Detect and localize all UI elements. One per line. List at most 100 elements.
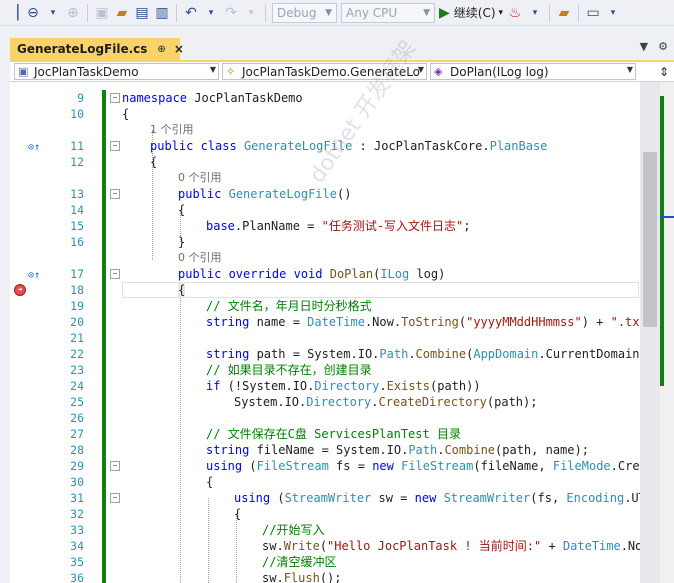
collapse-icon[interactable]: −: [110, 141, 120, 151]
line-number: 12: [70, 155, 84, 169]
code-line-34: 34 sw.Write("Hello JocPlanTask ! 当前时间:" +…: [10, 538, 640, 554]
change-marker: [102, 474, 106, 490]
new-project-icon[interactable]: ▣: [93, 2, 111, 24]
breakpoint-icon[interactable]: ➜: [14, 284, 26, 296]
code-line-20: 20 string name = DateTime.Now.ToString("y…: [10, 314, 640, 330]
close-icon[interactable]: ×: [174, 42, 184, 56]
chevron-down-icon: ▾: [498, 7, 504, 18]
method-dropdown[interactable]: ◈ DoPlan(ILog log) ▼: [430, 63, 636, 80]
hot-reload-icon[interactable]: ♨: [506, 2, 524, 24]
save-all-icon[interactable]: ▥: [153, 2, 171, 24]
class-dropdown[interactable]: ✧ JocPlanTaskDemo.GenerateLo ▼: [222, 63, 427, 80]
redo-icon[interactable]: ↷: [222, 2, 240, 24]
chevron-down-icon: ▼: [626, 65, 633, 74]
collapse-icon[interactable]: −: [110, 93, 120, 103]
platform-combo[interactable]: Any CPU ▼: [341, 2, 435, 23]
code-text: //清空缓冲区: [262, 555, 337, 569]
code-line-24: 24 if (!System.IO.Directory.Exists(path)): [10, 378, 640, 394]
code-line-18: ➜ 18 {: [10, 282, 640, 298]
line-number: 35: [70, 555, 84, 569]
collapse-icon[interactable]: −: [110, 493, 120, 503]
code-text: base.PlanName = "任务测试-写入文件日志";: [206, 219, 471, 233]
collapse-icon[interactable]: −: [110, 189, 120, 199]
code-line-25: 25 System.IO.Directory.CreateDirectory(pa…: [10, 394, 640, 410]
method-icon: ◈: [434, 64, 443, 78]
back-icon[interactable]: ⊖: [24, 2, 42, 24]
code-text: namespace JocPlanTaskDemo: [122, 91, 303, 105]
change-marker: [102, 170, 106, 186]
hot-reload-dropdown-icon[interactable]: ▾: [526, 2, 544, 24]
code-text: //开始写入: [262, 523, 325, 537]
vertical-scrollbar[interactable]: [640, 82, 660, 583]
line-number: 19: [70, 299, 84, 313]
forward-icon[interactable]: ⊕: [64, 2, 82, 24]
tab-list-dropdown-icon[interactable]: ▼: [640, 40, 648, 53]
change-marker: [102, 570, 106, 583]
change-marker: [102, 346, 106, 362]
code-text: using (StreamWriter sw = new StreamWrite…: [234, 491, 640, 505]
codelens-references[interactable]: 1 个引用: [150, 122, 194, 138]
code-line-26: 26: [10, 410, 640, 426]
change-marker: [102, 490, 106, 506]
codelens-line: 1 个引用: [10, 122, 640, 138]
pin-icon[interactable]: ⊕: [157, 44, 165, 55]
layout-dropdown-icon[interactable]: ▾: [604, 2, 622, 24]
code-line-9: 9 − namespace JocPlanTaskDemo: [10, 90, 640, 106]
scrollbar-thumb[interactable]: [643, 152, 657, 327]
continue-label: 继续(C): [453, 6, 496, 20]
line-number: 34: [70, 539, 84, 553]
code-text: string fileName = System.IO.Path.Combine…: [206, 443, 589, 457]
redo-dropdown-icon[interactable]: ▾: [242, 2, 260, 24]
project-dropdown[interactable]: ▣ JocPlanTaskDemo ▼: [14, 63, 219, 80]
collapse-icon[interactable]: −: [110, 269, 120, 279]
codelens-references[interactable]: 0 个引用: [178, 170, 222, 186]
toolbar-separator: [549, 3, 551, 22]
configuration-value: Debug: [277, 5, 317, 20]
change-marker: [102, 458, 106, 474]
code-editor[interactable]: 9− namespace JocPlanTaskDemo 10{ 1 个引用 ⊙↑…: [10, 82, 640, 583]
line-number: 36: [70, 571, 84, 583]
code-line-17: ⊙↑ 17− public override void DoPlan(ILog lo…: [10, 266, 640, 282]
folder-icon[interactable]: ▰: [555, 2, 573, 24]
undo-icon[interactable]: ↶: [182, 2, 200, 24]
play-icon: ▶: [439, 4, 450, 21]
toolbar-separator: [176, 3, 177, 22]
line-number: 25: [70, 395, 84, 409]
change-marker: [102, 154, 106, 170]
save-icon[interactable]: ▤: [133, 2, 151, 24]
toolbar-separator: [87, 3, 88, 22]
overview-margin[interactable]: [660, 82, 674, 583]
continue-button[interactable]: ▶ 继续(C) ▾: [439, 4, 503, 21]
back-dropdown-icon[interactable]: ▾: [44, 2, 62, 24]
tab-generatelogfile[interactable]: GenerateLogFile.cs ⊕ ×: [10, 38, 184, 60]
tab-title: GenerateLogFile.cs: [17, 42, 148, 56]
line-number: 13: [70, 187, 84, 201]
main-toolbar: ▕ ⊖ ▾ ⊕ ▣ ▰ ▤ ▥ ↶ ▾ ↷ ▾ Debug ▼ Any CPU …: [0, 0, 674, 26]
configuration-combo[interactable]: Debug ▼: [272, 2, 337, 23]
change-marker: [102, 234, 106, 250]
change-marker: [102, 106, 106, 122]
code-line-11: ⊙↑ 11− public class GenerateLogFile : JocP…: [10, 138, 640, 154]
collapse-icon[interactable]: −: [110, 461, 120, 471]
code-line-21: 21: [10, 330, 640, 346]
window-layout-icon[interactable]: ▭: [584, 2, 602, 24]
class-name: JocPlanTaskDemo.GenerateLo: [242, 64, 421, 79]
undo-dropdown-icon[interactable]: ▾: [202, 2, 220, 24]
code-line-35: 35 //清空缓冲区: [10, 554, 640, 570]
change-marker: [102, 314, 106, 330]
code-line-16: 16}: [10, 234, 640, 250]
split-window-icon[interactable]: ⇕: [654, 62, 674, 81]
code-line-30: 30 {: [10, 474, 640, 490]
gear-icon[interactable]: ⚙: [658, 40, 668, 53]
change-marker: [102, 298, 106, 314]
tab-strip-controls: ▼ ⚙: [640, 40, 668, 53]
code-text: // 文件保存在C盘 ServicesPlanTest 目录: [206, 427, 461, 441]
codelens-references[interactable]: 0 个引用: [178, 250, 222, 266]
line-number: 20: [70, 315, 84, 329]
left-edge-strip: [0, 82, 10, 583]
left-edge-icon: ▕: [7, 4, 19, 21]
change-marker: [102, 554, 106, 570]
navigation-bar: ▣ JocPlanTaskDemo ▼ ✧ JocPlanTaskDemo.Ge…: [10, 62, 674, 82]
code-line-32: 32 {: [10, 506, 640, 522]
open-folder-icon[interactable]: ▰: [113, 2, 131, 24]
